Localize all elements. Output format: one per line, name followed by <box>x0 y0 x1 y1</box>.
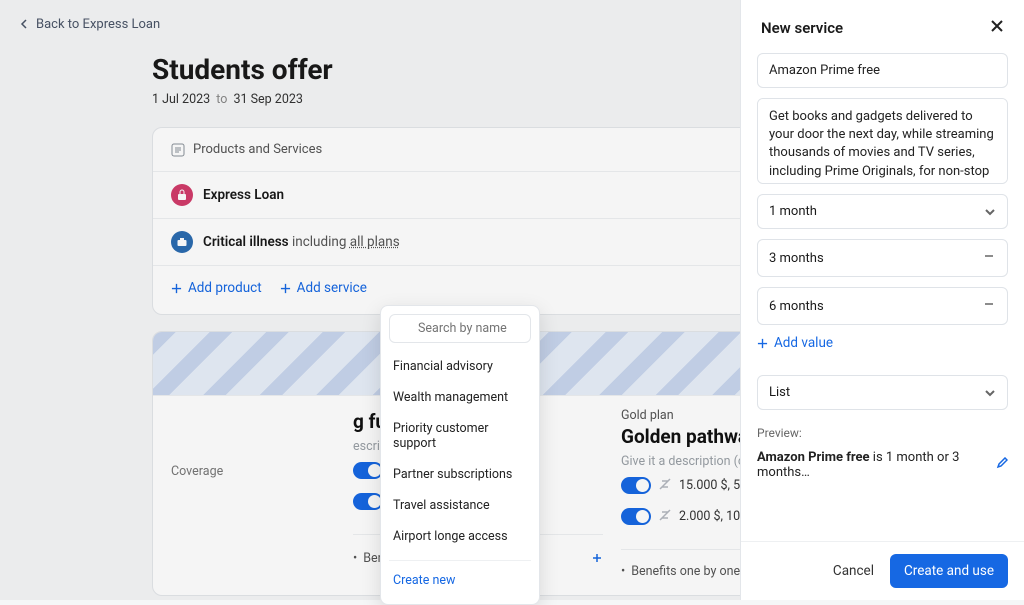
dropdown-item[interactable]: Travel assistance <box>389 490 527 521</box>
dropdown-item[interactable]: Wealth management <box>389 382 527 413</box>
minus-icon <box>982 297 996 311</box>
search-input[interactable] <box>389 314 531 343</box>
dropdown-item[interactable]: Priority customer support <box>389 413 527 459</box>
plus-icon <box>757 338 768 349</box>
close-icon <box>990 19 1004 33</box>
create-new-option[interactable]: Create new <box>389 565 531 596</box>
dropdown-item[interactable]: Safe deposit box <box>389 552 527 556</box>
create-and-use-button[interactable]: Create and use <box>890 554 1008 588</box>
dropdown-item[interactable]: Airport longe access <box>389 521 527 552</box>
duration-select-2[interactable]: 3 months <box>757 239 1008 277</box>
duration-select-3[interactable]: 6 months <box>757 287 1008 325</box>
service-description-input[interactable]: Get books and gadgets delivered to your … <box>757 98 1008 184</box>
dropdown-item[interactable]: Partner subscriptions <box>389 459 527 490</box>
new-service-drawer: New service Get books and gadgets delive… <box>740 0 1024 600</box>
preview-label: Preview: <box>757 426 1008 440</box>
list-style-select[interactable]: List <box>757 375 1008 410</box>
service-dropdown: Financial advisory Wealth management Pri… <box>380 305 540 605</box>
pencil-icon[interactable] <box>996 457 1008 473</box>
cancel-button[interactable]: Cancel <box>833 563 874 579</box>
drawer-title: New service <box>761 19 843 37</box>
chevron-down-icon <box>984 206 996 218</box>
preview-text: Amazon Prime free is 1 month or 3 months… <box>757 450 1008 480</box>
duration-select-1[interactable]: 1 month <box>757 194 1008 229</box>
add-value-button[interactable]: Add value <box>757 335 1008 351</box>
close-button[interactable] <box>990 18 1004 37</box>
chevron-down-icon <box>984 387 996 399</box>
minus-icon <box>982 249 996 263</box>
dropdown-item[interactable]: Financial advisory <box>389 351 527 382</box>
service-name-input[interactable] <box>757 53 1008 88</box>
